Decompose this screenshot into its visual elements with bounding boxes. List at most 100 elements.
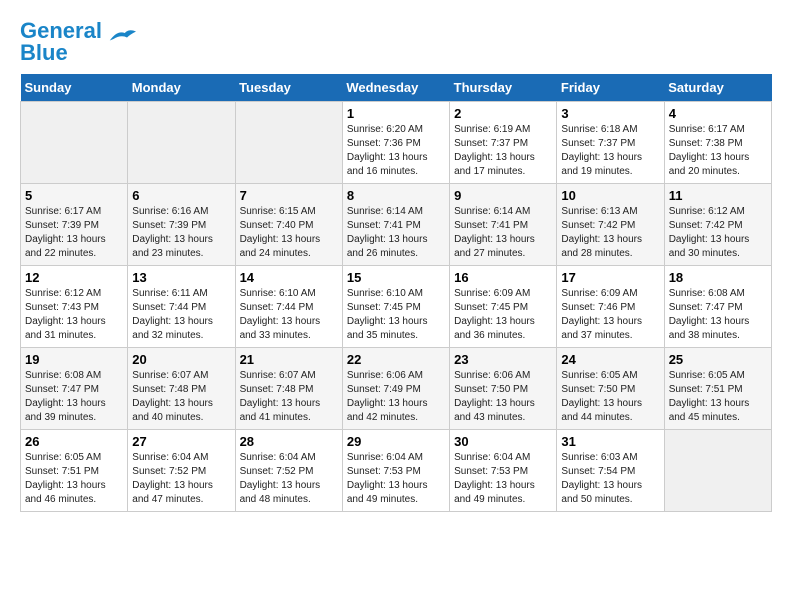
calendar-cell: 9 Sunrise: 6:14 AMSunset: 7:41 PMDaylight… [450,184,557,266]
calendar-cell: 30Sunrise: 6:04 AMSunset: 7:53 PMDayligh… [450,430,557,512]
day-number: 28 [240,434,338,449]
weekday-header-thursday: Thursday [450,74,557,102]
day-info: Sunrise: 6:05 AMSunset: 7:51 PMDaylight:… [25,451,123,507]
calendar-cell: 6 Sunrise: 6:16 AMSunset: 7:39 PMDaylight… [128,184,235,266]
day-info: Sunrise: 6:10 AMSunset: 7:44 PMDaylight:… [240,287,338,343]
day-number: 25 [669,352,767,367]
calendar-cell: 31 Sunrise: 6:03 AMSunset: 7:54 PMDayligh… [557,430,664,512]
calendar-cell: 10 Sunrise: 6:13 AMSunset: 7:42 PMDayligh… [557,184,664,266]
calendar-cell: 26 Sunrise: 6:05 AMSunset: 7:51 PMDayligh… [21,430,128,512]
day-number: 3 [561,106,659,121]
logo-text: General Blue [20,20,102,64]
day-info: Sunrise: 6:12 AMSunset: 7:43 PMDaylight:… [25,287,123,343]
logo: General Blue [20,20,136,64]
calendar-cell: 25 Sunrise: 6:05 AMSunset: 7:51 PMDayligh… [664,348,771,430]
calendar-cell: 8Sunrise: 6:14 AMSunset: 7:41 PMDaylight… [342,184,449,266]
day-number: 9 [454,188,552,203]
day-number: 23 [454,352,552,367]
day-number: 19 [25,352,123,367]
calendar-cell: 22 Sunrise: 6:06 AMSunset: 7:49 PMDayligh… [342,348,449,430]
day-number: 17 [561,270,659,285]
day-number: 22 [347,352,445,367]
day-number: 6 [132,188,230,203]
day-info: Sunrise: 6:04 AMSunset: 7:52 PMDaylight:… [132,451,230,507]
calendar-cell: 18 Sunrise: 6:08 AMSunset: 7:47 PMDayligh… [664,266,771,348]
calendar-cell: 27 Sunrise: 6:04 AMSunset: 7:52 PMDayligh… [128,430,235,512]
day-info: Sunrise: 6:14 AMSunset: 7:41 PMDaylight:… [454,205,552,261]
week-row-4: 19Sunrise: 6:08 AMSunset: 7:47 PMDayligh… [21,348,772,430]
calendar-table: SundayMondayTuesdayWednesdayThursdayFrid… [20,74,772,512]
day-info: Sunrise: 6:08 AMSunset: 7:47 PMDaylight:… [669,287,767,343]
week-row-2: 5 Sunrise: 6:17 AMSunset: 7:39 PMDaylight… [21,184,772,266]
day-number: 14 [240,270,338,285]
calendar-cell [128,102,235,184]
calendar-cell [664,430,771,512]
day-info: Sunrise: 6:07 AMSunset: 7:48 PMDaylight:… [132,369,230,425]
day-number: 24 [561,352,659,367]
day-number: 1 [347,106,445,121]
logo-bird-icon [106,27,136,45]
day-number: 20 [132,352,230,367]
weekday-header-wednesday: Wednesday [342,74,449,102]
day-number: 7 [240,188,338,203]
day-info: Sunrise: 6:10 AMSunset: 7:45 PMDaylight:… [347,287,445,343]
day-number: 29 [347,434,445,449]
day-info: Sunrise: 6:18 AMSunset: 7:37 PMDaylight:… [561,123,659,179]
calendar-cell: 5 Sunrise: 6:17 AMSunset: 7:39 PMDaylight… [21,184,128,266]
day-number: 31 [561,434,659,449]
day-number: 30 [454,434,552,449]
calendar-cell: 29 Sunrise: 6:04 AMSunset: 7:53 PMDayligh… [342,430,449,512]
calendar-cell: 13 Sunrise: 6:11 AMSunset: 7:44 PMDayligh… [128,266,235,348]
day-info: Sunrise: 6:15 AMSunset: 7:40 PMDaylight:… [240,205,338,261]
weekday-header-friday: Friday [557,74,664,102]
day-info: Sunrise: 6:17 AMSunset: 7:38 PMDaylight:… [669,123,767,179]
calendar-cell: 24Sunrise: 6:05 AMSunset: 7:50 PMDayligh… [557,348,664,430]
day-number: 26 [25,434,123,449]
day-info: Sunrise: 6:03 AMSunset: 7:54 PMDaylight:… [561,451,659,507]
day-info: Sunrise: 6:11 AMSunset: 7:44 PMDaylight:… [132,287,230,343]
page-header: General Blue [20,20,772,64]
day-info: Sunrise: 6:13 AMSunset: 7:42 PMDaylight:… [561,205,659,261]
day-number: 15 [347,270,445,285]
weekday-header-tuesday: Tuesday [235,74,342,102]
day-info: Sunrise: 6:07 AMSunset: 7:48 PMDaylight:… [240,369,338,425]
weekday-header-monday: Monday [128,74,235,102]
day-number: 18 [669,270,767,285]
day-info: Sunrise: 6:09 AMSunset: 7:45 PMDaylight:… [454,287,552,343]
day-info: Sunrise: 6:04 AMSunset: 7:53 PMDaylight:… [347,451,445,507]
calendar-cell: 28Sunrise: 6:04 AMSunset: 7:52 PMDayligh… [235,430,342,512]
week-row-5: 26 Sunrise: 6:05 AMSunset: 7:51 PMDayligh… [21,430,772,512]
calendar-header-row: SundayMondayTuesdayWednesdayThursdayFrid… [21,74,772,102]
day-info: Sunrise: 6:05 AMSunset: 7:51 PMDaylight:… [669,369,767,425]
weekday-header-sunday: Sunday [21,74,128,102]
day-number: 27 [132,434,230,449]
calendar-cell: 19Sunrise: 6:08 AMSunset: 7:47 PMDayligh… [21,348,128,430]
calendar-cell: 7 Sunrise: 6:15 AMSunset: 7:40 PMDaylight… [235,184,342,266]
calendar-cell [235,102,342,184]
calendar-cell: 20 Sunrise: 6:07 AMSunset: 7:48 PMDayligh… [128,348,235,430]
day-info: Sunrise: 6:17 AMSunset: 7:39 PMDaylight:… [25,205,123,261]
calendar-cell: 1 Sunrise: 6:20 AMSunset: 7:36 PMDaylight… [342,102,449,184]
day-info: Sunrise: 6:20 AMSunset: 7:36 PMDaylight:… [347,123,445,179]
day-info: Sunrise: 6:12 AMSunset: 7:42 PMDaylight:… [669,205,767,261]
calendar-cell: 23 Sunrise: 6:06 AMSunset: 7:50 PMDayligh… [450,348,557,430]
day-number: 5 [25,188,123,203]
day-number: 13 [132,270,230,285]
calendar-cell: 4 Sunrise: 6:17 AMSunset: 7:38 PMDaylight… [664,102,771,184]
week-row-3: 12Sunrise: 6:12 AMSunset: 7:43 PMDayligh… [21,266,772,348]
day-info: Sunrise: 6:16 AMSunset: 7:39 PMDaylight:… [132,205,230,261]
calendar-cell: 11 Sunrise: 6:12 AMSunset: 7:42 PMDayligh… [664,184,771,266]
day-number: 10 [561,188,659,203]
calendar-cell: 17Sunrise: 6:09 AMSunset: 7:46 PMDayligh… [557,266,664,348]
day-info: Sunrise: 6:06 AMSunset: 7:50 PMDaylight:… [454,369,552,425]
calendar-cell: 21Sunrise: 6:07 AMSunset: 7:48 PMDayligh… [235,348,342,430]
weekday-header-saturday: Saturday [664,74,771,102]
day-info: Sunrise: 6:06 AMSunset: 7:49 PMDaylight:… [347,369,445,425]
calendar-cell: 2Sunrise: 6:19 AMSunset: 7:37 PMDaylight… [450,102,557,184]
calendar-cell: 15 Sunrise: 6:10 AMSunset: 7:45 PMDayligh… [342,266,449,348]
calendar-cell: 14 Sunrise: 6:10 AMSunset: 7:44 PMDayligh… [235,266,342,348]
calendar-cell: 3 Sunrise: 6:18 AMSunset: 7:37 PMDaylight… [557,102,664,184]
day-number: 4 [669,106,767,121]
calendar-cell: 12Sunrise: 6:12 AMSunset: 7:43 PMDayligh… [21,266,128,348]
day-number: 11 [669,188,767,203]
